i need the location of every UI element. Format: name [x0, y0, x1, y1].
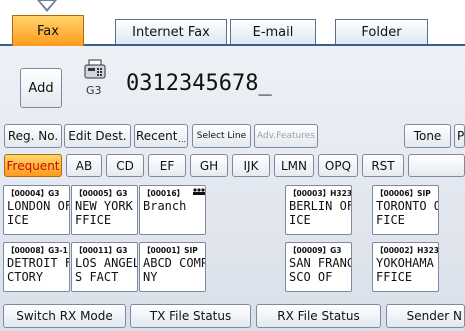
index-tab-label: LMN [280, 158, 307, 173]
tab-fax[interactable]: Fax [12, 15, 84, 46]
tab-email-label: E-mail [252, 25, 294, 40]
destination-code: 【00011】G3 [75, 246, 128, 255]
destination-code: 【00003】H323 [289, 189, 352, 198]
tab-internet-fax-label: Internet Fax [132, 25, 210, 40]
destination-key[interactable]: 【00004】G3 LONDON OFF ICE [3, 185, 70, 235]
pause-label: P [457, 129, 465, 143]
tab-internet-fax[interactable]: Internet Fax [115, 19, 227, 45]
index-tab-frequent[interactable]: Frequent [4, 154, 62, 177]
destination-code: 【00001】SIP [143, 246, 198, 255]
index-tab-label: AB [75, 158, 93, 173]
index-tab-label: IJK [243, 158, 259, 173]
destination-name: TORONTO OF FICE [376, 199, 438, 227]
destination-name: Branch [143, 199, 187, 213]
line-type-label: G3 [86, 84, 102, 97]
destination-name: YOKOHAMA O FFICE [376, 256, 434, 284]
tab-fax-label: Fax [37, 23, 59, 39]
fax-number-display: 0312345678_ [126, 71, 272, 96]
destination-code: 【00002】H323 [376, 246, 439, 255]
destination-key[interactable]: 【00011】G3 LOS ANGELE S FACT [71, 242, 138, 292]
tone-label: Tone [413, 129, 442, 143]
tab-pointer-icon [37, 0, 57, 12]
destination-code: 【00005】G3 [75, 189, 128, 198]
index-tab-gh[interactable]: GH [190, 154, 228, 177]
destination-code: 【00006】SIP [376, 189, 431, 198]
destination-key[interactable]: 【00003】H323 BERLIN OFF ICE [285, 185, 352, 235]
destination-key[interactable]: 【00006】SIP TORONTO OF FICE [372, 185, 439, 235]
index-tab-ab[interactable]: AB [66, 154, 102, 177]
destination-name: LOS ANGELE S FACT [75, 256, 137, 284]
fax-panel: Add G3 0312345678_ Reg. No. Edit Dest. R… [0, 46, 465, 331]
index-tab-label: CD [116, 158, 134, 173]
add-label: Add [28, 80, 54, 96]
select-line-label: Select Line [196, 131, 247, 141]
destination-name: NEW YORK O FFICE [75, 199, 133, 227]
switch-rx-mode-button[interactable]: Switch RX Mode [3, 304, 126, 328]
destination-code: 【00016】 [143, 189, 185, 198]
edit-dest-label: Edit Dest. [68, 129, 127, 143]
tab-folder[interactable]: Folder [335, 19, 428, 45]
destination-code: 【00008】G3-1 [7, 246, 68, 255]
index-tab-label: EF [159, 158, 175, 173]
destination-key[interactable]: 【00009】G3 SAN FRANCI SCO OF [285, 242, 352, 292]
destination-name: LONDON OFF ICE [7, 199, 69, 227]
rx-file-status-label: RX File Status [277, 309, 360, 323]
index-tab-more[interactable] [408, 154, 465, 177]
tab-email[interactable]: E-mail [230, 19, 316, 45]
destination-name: BERLIN OFF ICE [289, 199, 351, 227]
adv-features-button[interactable]: Adv.Features [254, 124, 318, 148]
destination-code: 【00004】G3 [7, 189, 60, 198]
destination-key[interactable]: 【00001】SIP ABCD COMPA NY [139, 242, 206, 292]
index-tab-cd[interactable]: CD [106, 154, 144, 177]
tab-folder-label: Folder [361, 25, 402, 40]
index-tab-opq[interactable]: OPQ [318, 154, 358, 177]
index-tab-label: OPQ [324, 158, 352, 173]
recent-label: Recent [135, 129, 178, 143]
tx-file-status-button[interactable]: TX File Status [130, 304, 251, 328]
index-tab-label: GH [199, 158, 219, 173]
adv-features-label: Adv.Features [257, 131, 315, 141]
destination-key[interactable]: 【00005】G3 NEW YORK O FFICE [71, 185, 138, 235]
destination-key[interactable]: 【00002】H323 YOKOHAMA O FFICE [372, 242, 439, 292]
destination-code: 【00009】G3 [289, 246, 342, 255]
edit-dest-button[interactable]: Edit Dest. [64, 124, 131, 148]
fax-machine-icon [84, 59, 106, 79]
destination-name: SAN FRANCI SCO OF [289, 256, 351, 284]
recent-button[interactable]: Recent... [134, 124, 188, 148]
tone-button[interactable]: Tone [404, 124, 451, 148]
destination-name: ABCD COMPA NY [143, 256, 205, 284]
index-tab-ijk[interactable]: IJK [232, 154, 270, 177]
pause-button[interactable]: P [454, 124, 465, 148]
function-tabs: Fax Internet Fax E-mail Folder [0, 0, 465, 46]
index-tab-label: Frequent [6, 158, 60, 173]
select-line-button[interactable]: Select Line [192, 124, 251, 148]
index-tab-ef[interactable]: EF [148, 154, 186, 177]
index-tab-rst[interactable]: RST [362, 154, 404, 177]
destination-key[interactable]: 【00016】 Branch [139, 185, 206, 235]
group-icon [193, 188, 205, 195]
index-tab-label: RST [371, 158, 395, 173]
sender-name-label: Sender N [406, 309, 462, 323]
switch-rx-mode-label: Switch RX Mode [16, 309, 113, 323]
destination-name: DETROIT FA CTORY [7, 256, 69, 284]
rx-file-status-button[interactable]: RX File Status [256, 304, 381, 328]
reg-no-button[interactable]: Reg. No. [4, 124, 62, 148]
sender-name-button[interactable]: Sender N [386, 304, 465, 328]
destination-key[interactable]: 【00008】G3-1 DETROIT FA CTORY [3, 242, 70, 292]
index-tab-lmn[interactable]: LMN [274, 154, 314, 177]
tx-file-status-label: TX File Status [149, 309, 232, 323]
add-destination-button[interactable]: Add [20, 68, 62, 108]
reg-no-label: Reg. No. [7, 129, 59, 143]
